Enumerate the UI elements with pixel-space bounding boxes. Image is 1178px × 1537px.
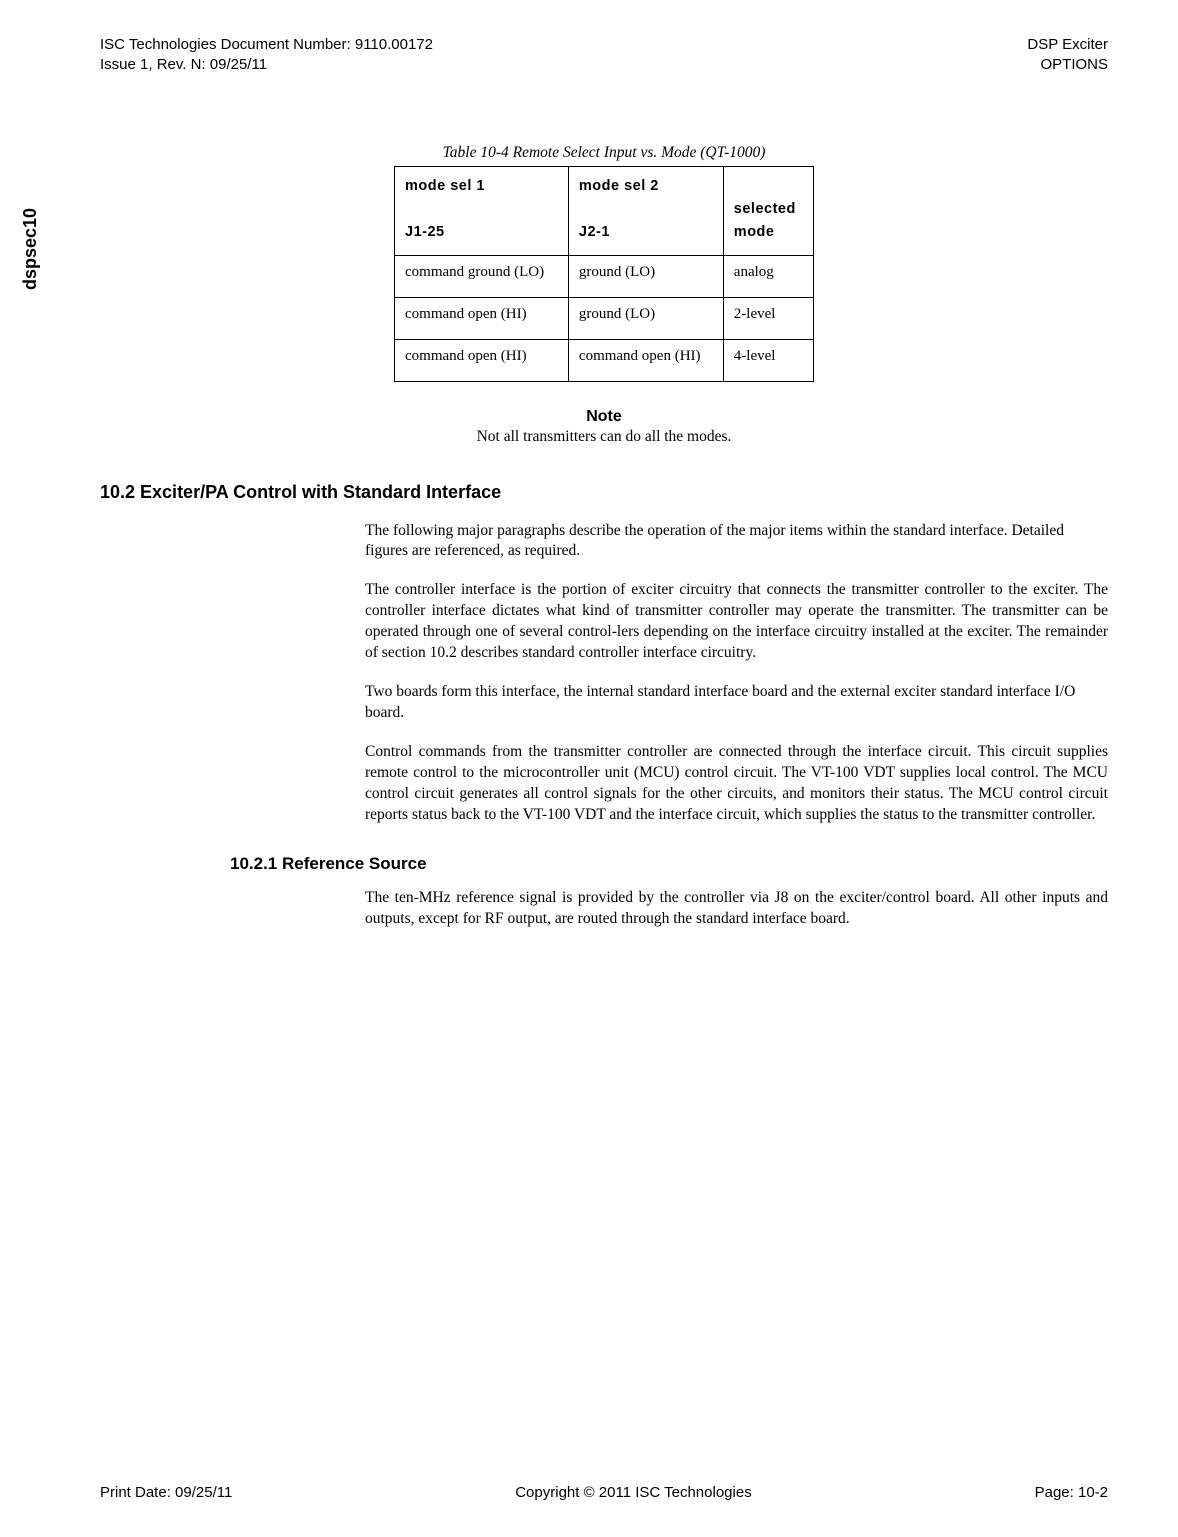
cell: command open (HI) [395, 297, 569, 339]
section-heading-10-2-1: 10.2.1 Reference Source [230, 854, 1108, 874]
header-left: ISC Technologies Document Number: 9110.0… [100, 35, 433, 74]
page-header: ISC Technologies Document Number: 9110.0… [100, 35, 1108, 74]
col-header-2: mode sel 2 J2-1 [568, 167, 723, 256]
section-10-2-1-body: The ten-MHz reference signal is provided… [365, 888, 1108, 930]
table-header-row: mode sel 1 J1-25 mode sel 2 J2-1 selecte… [395, 167, 814, 256]
cell: command open (HI) [395, 339, 569, 381]
paragraph: The ten-MHz reference signal is provided… [365, 888, 1108, 930]
table-row: command ground (LO) ground (LO) analog [395, 255, 814, 297]
cell: ground (LO) [568, 255, 723, 297]
footer-print-date: Print Date: 09/25/11 [100, 1484, 232, 1501]
doc-number: ISC Technologies Document Number: 9110.0… [100, 35, 433, 55]
header-right: DSP Exciter OPTIONS [1027, 35, 1108, 74]
note-title: Note [100, 408, 1108, 426]
col-header-3: selected mode [723, 167, 813, 256]
table-row: command open (HI) command open (HI) 4-le… [395, 339, 814, 381]
cell: command ground (LO) [395, 255, 569, 297]
product-name: DSP Exciter [1027, 35, 1108, 55]
section-heading-10-2: 10.2 Exciter/PA Control with Standard In… [100, 482, 1108, 503]
footer-page: Page: 10-2 [1035, 1484, 1108, 1501]
note-block: Note Not all transmitters can do all the… [100, 408, 1108, 446]
cell: command open (HI) [568, 339, 723, 381]
cell: analog [723, 255, 813, 297]
section-10-2-body: The following major paragraphs describe … [365, 521, 1108, 826]
page: ISC Technologies Document Number: 9110.0… [0, 0, 1178, 1537]
page-footer: Print Date: 09/25/11 Copyright © 2011 IS… [100, 1484, 1108, 1501]
paragraph: The following major paragraphs describe … [365, 521, 1108, 563]
paragraph: The controller interface is the portion … [365, 580, 1108, 664]
paragraph: Control commands from the transmitter co… [365, 742, 1108, 826]
paragraph: Two boards form this interface, the inte… [365, 682, 1108, 724]
mode-table: mode sel 1 J1-25 mode sel 2 J2-1 selecte… [394, 166, 814, 382]
cell: 4-level [723, 339, 813, 381]
cell: ground (LO) [568, 297, 723, 339]
issue-rev: Issue 1, Rev. N: 09/25/11 [100, 55, 433, 75]
content: Table 10-4 Remote Select Input vs. Mode … [100, 144, 1108, 929]
footer-copyright: Copyright © 2011 ISC Technologies [515, 1484, 751, 1501]
table-row: command open (HI) ground (LO) 2-level [395, 297, 814, 339]
note-text: Not all transmitters can do all the mode… [100, 428, 1108, 446]
table-caption: Table 10-4 Remote Select Input vs. Mode … [394, 144, 814, 162]
cell: 2-level [723, 297, 813, 339]
side-tab: dspsec10 [20, 208, 41, 290]
col-header-1: mode sel 1 J1-25 [395, 167, 569, 256]
header-section: OPTIONS [1027, 55, 1108, 75]
